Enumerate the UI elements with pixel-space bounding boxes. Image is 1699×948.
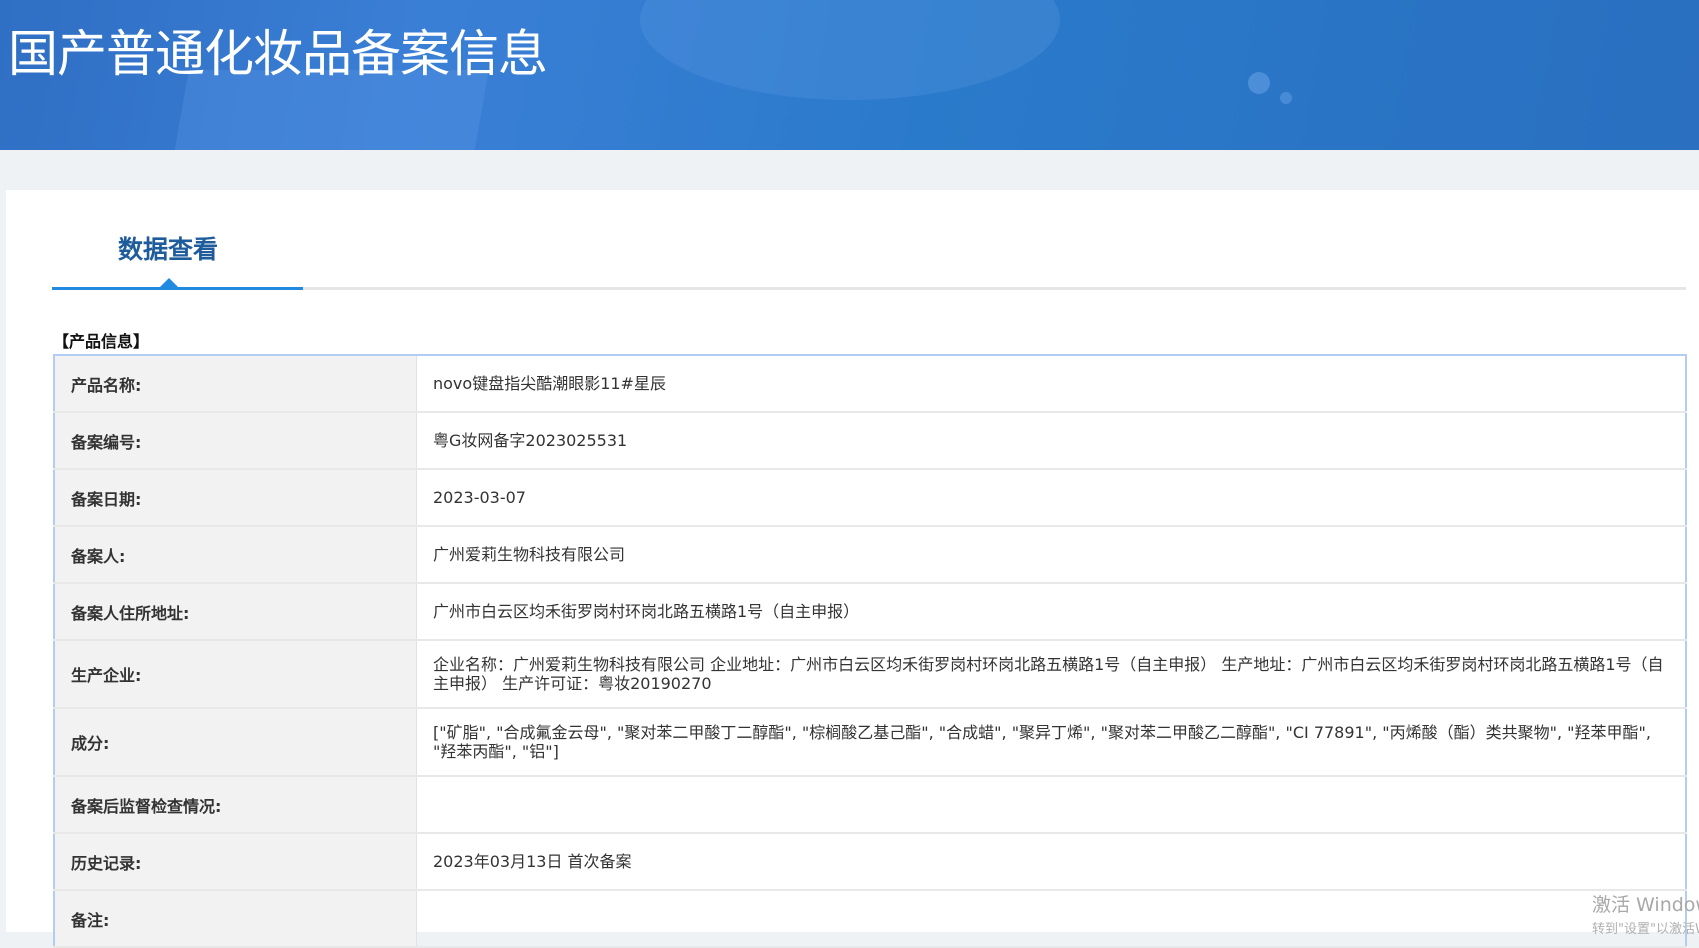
field-value: 企业名称：广州爱莉生物科技有限公司 企业地址：广州市白云区均禾街罗岗村环岗北路五… [416, 640, 1686, 709]
field-value: 粤G妆网备字2023025531 [416, 412, 1686, 470]
tab-pointer-icon [160, 278, 178, 287]
field-label: 备案人住所地址: [54, 583, 417, 641]
field-label: 备注: [54, 890, 417, 948]
field-value [416, 776, 1686, 834]
table-row: 成分: ["矿脂", "合成氟金云母", "聚对苯二甲酸丁二醇酯", "棕榈酸乙基… [54, 708, 1686, 777]
activation-watermark: 激活 Windows [1592, 894, 1699, 916]
field-value: 2023年03月13日 首次备案 [416, 833, 1686, 891]
header-decoration [1248, 72, 1270, 94]
header-decoration [1280, 92, 1292, 104]
page-header: 国产普通化妆品备案信息 [0, 0, 1699, 150]
table-row: 备案人住所地址: 广州市白云区均禾街罗岗村环岗北路五横路1号（自主申报） [54, 583, 1686, 641]
field-label: 成分: [54, 708, 417, 777]
field-label: 生产企业: [54, 640, 417, 709]
activation-watermark-hint: 转到"设置"以激活Windows。 [1592, 922, 1699, 937]
field-value: 广州爱莉生物科技有限公司 [416, 526, 1686, 584]
product-info-table: 产品名称: novo键盘指尖酷潮眼影11#星辰 备案编号: 粤G妆网备字2023025… [53, 354, 1687, 948]
field-value: 2023-03-07 [416, 469, 1686, 527]
field-label: 历史记录: [54, 833, 417, 891]
table-row: 备案编号: 粤G妆网备字2023025531 [54, 412, 1686, 470]
table-row: 备案日期: 2023-03-07 [54, 469, 1686, 527]
field-label: 备案人: [54, 526, 417, 584]
field-label: 备案编号: [54, 412, 417, 470]
header-decoration [640, 0, 1060, 100]
field-value: ["矿脂", "合成氟金云母", "聚对苯二甲酸丁二醇酯", "棕榈酸乙基己酯"… [416, 708, 1686, 777]
table-row: 历史记录: 2023年03月13日 首次备案 [54, 833, 1686, 891]
section-title: 【产品信息】 [53, 332, 150, 351]
field-value [416, 890, 1686, 948]
field-label: 备案日期: [54, 469, 417, 527]
field-label: 备案后监督检查情况: [54, 776, 417, 834]
page-title: 国产普通化妆品备案信息 [8, 25, 548, 83]
table-row: 备案后监督检查情况: [54, 776, 1686, 834]
table-row: 备注: [54, 890, 1686, 948]
field-value: 广州市白云区均禾街罗岗村环岗北路五横路1号（自主申报） [416, 583, 1686, 641]
field-label: 产品名称: [54, 355, 417, 413]
table-row: 生产企业: 企业名称：广州爱莉生物科技有限公司 企业地址：广州市白云区均禾街罗岗村… [54, 640, 1686, 709]
table-row: 产品名称: novo键盘指尖酷潮眼影11#星辰 [54, 355, 1686, 413]
field-value: novo键盘指尖酷潮眼影11#星辰 [416, 355, 1686, 413]
tab-data-view[interactable]: 数据查看 [118, 230, 218, 266]
table-row: 备案人: 广州爱莉生物科技有限公司 [54, 526, 1686, 584]
tab-active-indicator [52, 287, 303, 290]
